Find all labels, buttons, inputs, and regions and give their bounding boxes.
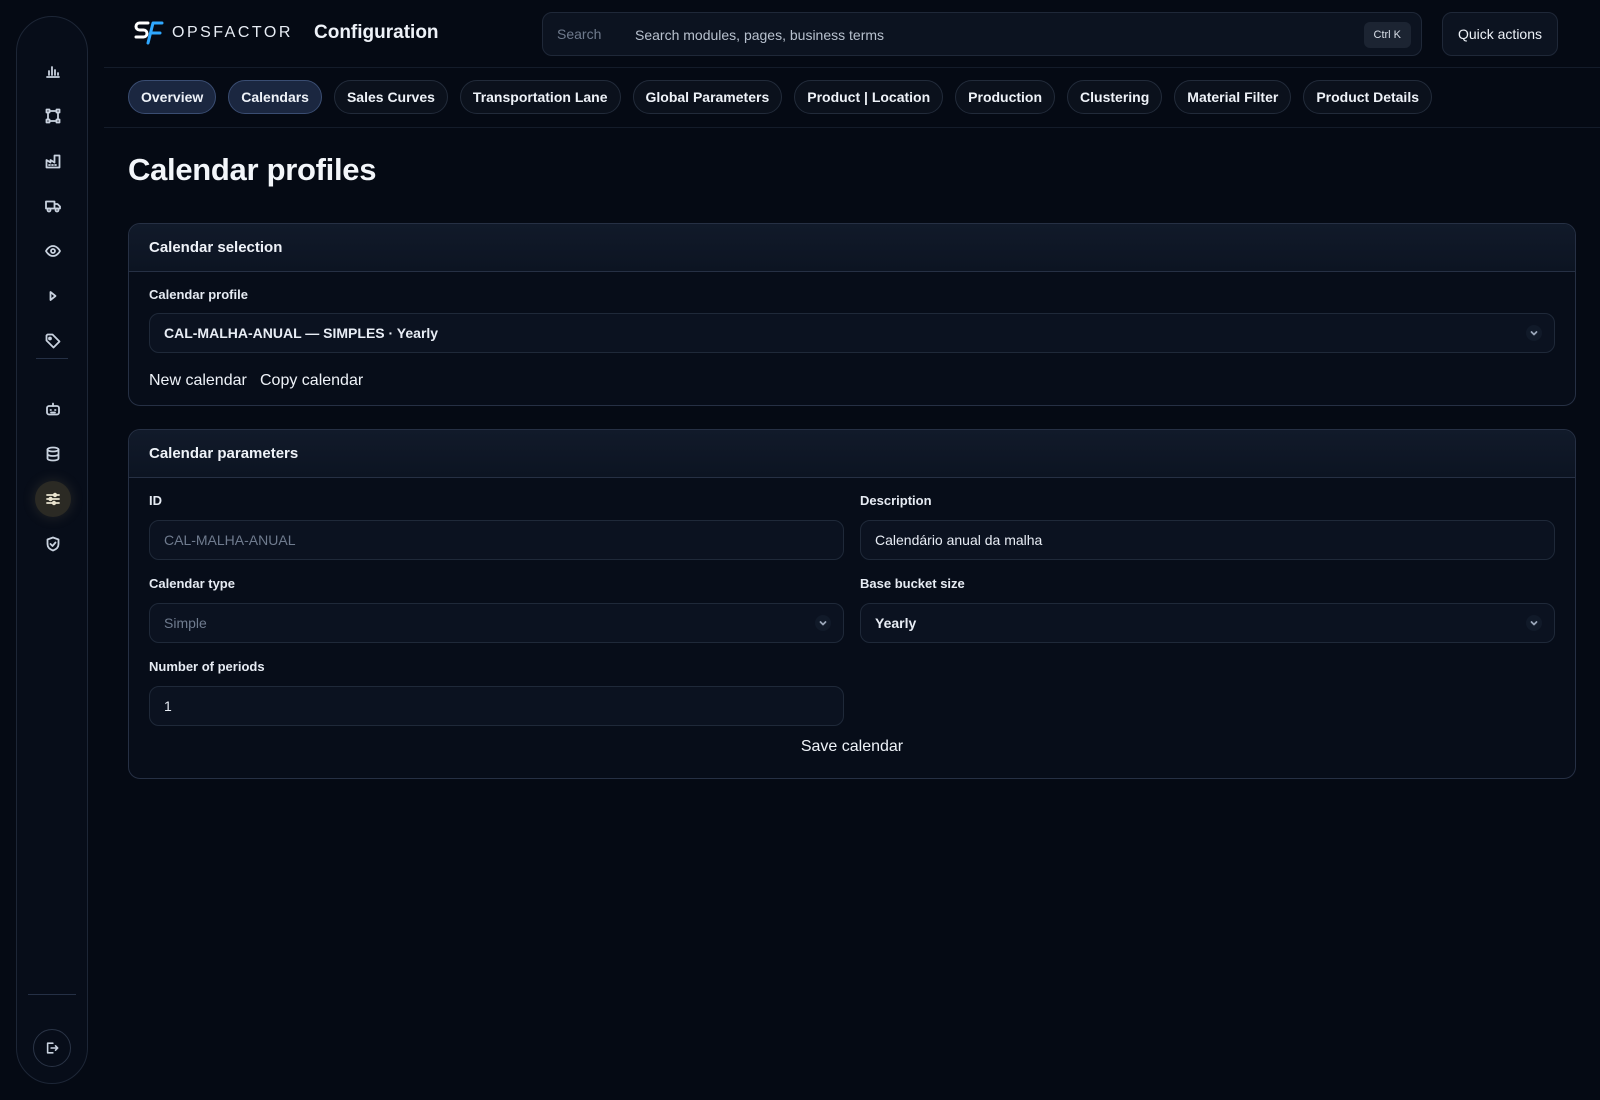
id-label: ID [149,493,162,508]
new-calendar-button[interactable]: New calendar [149,372,247,390]
configuration-nav-button[interactable] [35,481,71,517]
save-calendar-button[interactable]: Save calendar [129,738,1575,756]
tab-overview[interactable]: Overview [128,80,217,114]
chevron-down-icon [1526,325,1542,341]
factory-nav-button[interactable] [35,143,71,179]
description-value: Calendário anual da malha [875,532,1043,548]
calendar-selection-title: Calendar selection [129,224,1575,272]
global-search[interactable]: Search Ctrl K [542,12,1422,56]
quick-actions-button[interactable]: Quick actions [1442,12,1558,56]
calendar-type-label: Calendar type [149,576,235,591]
factory-icon [45,154,61,169]
tab-transportation-lane[interactable]: Transportation Lane [459,80,621,114]
pricing-nav-button[interactable] [35,323,71,359]
search-shortcut-badge: Ctrl K [1363,22,1411,48]
base-bucket-size-value: Yearly [875,615,917,631]
id-value: CAL-MALHA-ANUAL [164,532,296,548]
number-of-periods-value: 1 [164,698,172,714]
calendar-parameters-panel: Calendar parameters ID CAL-MALHA-ANUAL D… [128,429,1576,779]
calendar-type-select: Simple [149,603,844,643]
shield-check-icon [46,536,60,552]
search-input[interactable] [635,23,1335,47]
chevron-down-icon [1526,615,1542,631]
logout-button[interactable] [33,1029,71,1067]
run-nav-button[interactable] [35,278,71,314]
calendar-type-value: Simple [164,615,207,631]
brand-logo[interactable]: OPSFACTOR [134,20,293,46]
chevron-down-icon [815,615,831,631]
sidebar-rail [16,16,88,1084]
sliders-icon [46,492,60,506]
tab-clustering[interactable]: Clustering [1067,80,1163,114]
description-field[interactable]: Calendário anual da malha [860,520,1555,560]
number-of-periods-field[interactable]: 1 [149,686,844,726]
tab-product-details[interactable]: Product Details [1303,80,1433,114]
calendar-profile-label: Calendar profile [149,287,248,302]
description-label: Description [860,493,932,508]
network-nav-button[interactable] [35,98,71,134]
play-icon [49,291,57,301]
calendar-profile-value: CAL-MALHA-ANUAL — SIMPLES · Yearly [164,325,439,341]
calendar-profile-select[interactable]: CAL-MALHA-ANUAL — SIMPLES · Yearly [149,313,1555,353]
base-bucket-size-label: Base bucket size [860,576,965,591]
analytics-nav-button[interactable] [35,53,71,89]
top-bar: OPSFACTOR Configuration Search Ctrl K Qu… [104,0,1600,68]
tab-global-parameters[interactable]: Global Parameters [632,80,783,114]
transport-nav-button[interactable] [35,188,71,224]
brand-name: OPSFACTOR [172,24,293,41]
tab-material-filter[interactable]: Material Filter [1174,80,1292,114]
tab-calendars[interactable]: Calendars [228,80,322,114]
app-title: Configuration [314,22,439,43]
bar-chart-icon [46,66,60,78]
robot-icon [46,402,60,416]
search-label: Search [557,26,602,42]
rail-bottom-divider [28,994,76,995]
config-tabs-bar: Overview Calendars Sales Curves Transpor… [104,68,1600,128]
number-of-periods-label: Number of periods [149,659,265,674]
security-nav-button[interactable] [35,526,71,562]
copy-calendar-button[interactable]: Copy calendar [260,372,363,390]
visibility-nav-button[interactable] [35,233,71,269]
database-icon [46,446,60,462]
calendar-parameters-title: Calendar parameters [129,430,1575,478]
eye-icon [45,245,61,257]
id-field: CAL-MALHA-ANUAL [149,520,844,560]
network-icon [45,108,61,124]
page-title: Calendar profiles [128,152,377,187]
opsfactor-logo-icon [134,21,164,45]
tab-list: Overview Calendars Sales Curves Transpor… [128,80,1433,114]
tag-icon [45,333,61,349]
base-bucket-size-select[interactable]: Yearly [860,603,1555,643]
data-nav-button[interactable] [35,436,71,472]
assistant-nav-button[interactable] [35,391,71,427]
truck-icon [45,200,61,213]
rail-divider [36,358,68,359]
tab-production[interactable]: Production [955,80,1056,114]
calendar-selection-panel: Calendar selection Calendar profile CAL-… [128,223,1576,406]
logout-icon [46,1042,59,1054]
tab-product-location[interactable]: Product | Location [794,80,944,114]
tab-sales-curves[interactable]: Sales Curves [333,80,448,114]
